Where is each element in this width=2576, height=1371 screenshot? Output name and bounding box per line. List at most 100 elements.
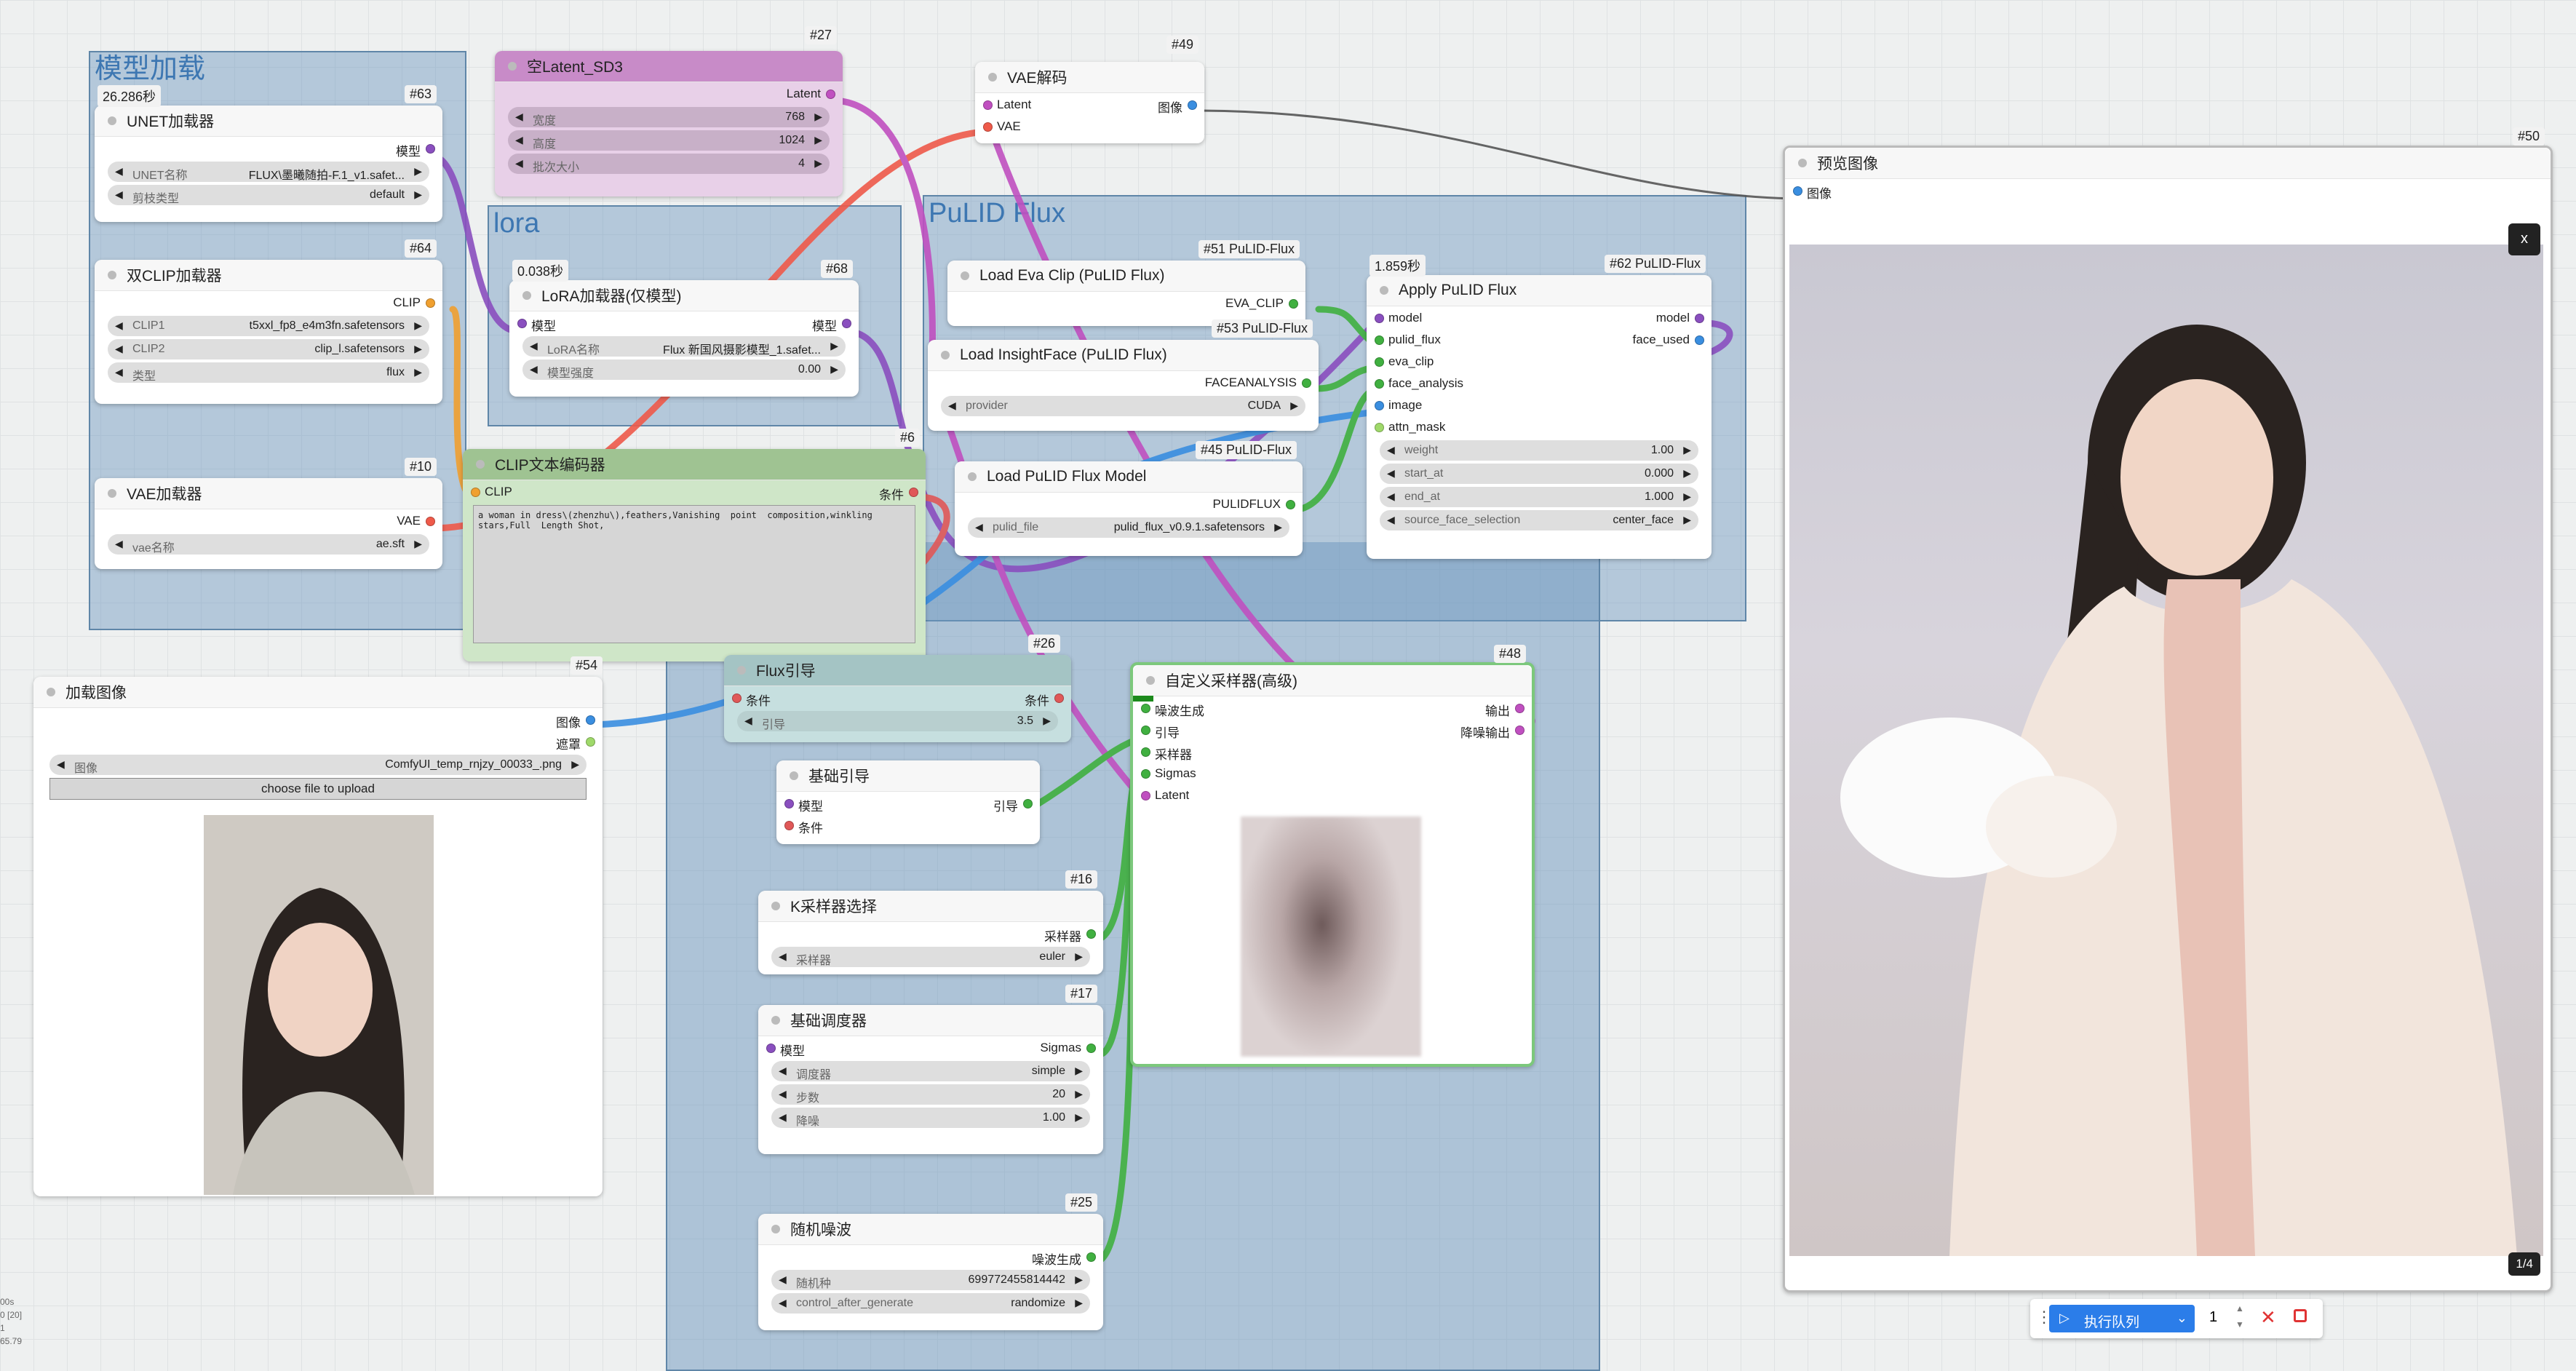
output-socket-denoised[interactable] bbox=[1515, 726, 1524, 735]
input-socket-model[interactable] bbox=[784, 799, 794, 808]
input-socket-face-analysis[interactable] bbox=[1375, 379, 1384, 389]
stepper-up-icon[interactable]: ▲ bbox=[2235, 1303, 2244, 1314]
input-socket-image[interactable] bbox=[1375, 401, 1384, 410]
output-socket-guider[interactable] bbox=[1023, 799, 1033, 808]
input-socket-conditioning[interactable] bbox=[784, 821, 794, 830]
output-socket-conditioning[interactable] bbox=[1054, 694, 1064, 703]
input-socket-clip[interactable] bbox=[471, 488, 480, 497]
node-ksampler-select[interactable]: #16 K采样器选择 采样器 ◀ 采样器 euler ▶ bbox=[758, 870, 1103, 974]
input-socket-image[interactable] bbox=[1793, 186, 1802, 196]
widget-noise-seed[interactable]: ◀ 随机种 699772455814442 ▶ bbox=[771, 1270, 1090, 1290]
collapse-dot[interactable] bbox=[1380, 286, 1388, 295]
input-socket-vae[interactable] bbox=[983, 122, 993, 132]
output-socket-model[interactable] bbox=[1695, 314, 1704, 323]
chevron-down-icon[interactable]: ⌄ bbox=[2177, 1311, 2187, 1326]
collapse-dot[interactable] bbox=[476, 460, 485, 469]
widget-unet-name[interactable]: ◀ UNET名称 FLUX\墨曦随拍-F.1_v1.safet... ▶ bbox=[108, 162, 429, 182]
input-socket-model[interactable] bbox=[517, 319, 527, 328]
widget-strength[interactable]: ◀ 模型强度 0.00 ▶ bbox=[522, 359, 846, 380]
widget-sampler-name[interactable]: ◀ 采样器 euler ▶ bbox=[771, 947, 1090, 967]
collapse-dot[interactable] bbox=[790, 771, 798, 780]
widget-image-file[interactable]: ◀ 图像 ComfyUI_temp_rnjzy_00033_.png ▶ bbox=[49, 755, 587, 775]
input-socket-sigmas[interactable] bbox=[1141, 769, 1150, 779]
widget-weight-dtype[interactable]: ◀ 剪枝类型 default ▶ bbox=[108, 185, 429, 205]
input-socket-guider[interactable] bbox=[1141, 726, 1150, 735]
output-socket-output[interactable] bbox=[1515, 704, 1524, 713]
widget-lora-name[interactable]: ◀ LoRA名称 Flux 新国风摄影模型_1.safet... ▶ bbox=[522, 336, 846, 357]
node-load-eva-clip[interactable]: #51 PuLID-Flux Load Eva Clip (PuLID Flux… bbox=[947, 240, 1305, 326]
queue-count[interactable]: 1 bbox=[2209, 1309, 2217, 1326]
node-sampler-custom-advanced[interactable]: #48 自定义采样器(高级) 噪波生成 输出 引导 降噪输出 采样器 Sigmas … bbox=[1130, 645, 1535, 1067]
output-socket-image[interactable] bbox=[586, 715, 595, 725]
widget-clip1[interactable]: ◀ CLIP1 t5xxl_fp8_e4m3fn.safetensors ▶ bbox=[108, 316, 429, 336]
widget-clip-type[interactable]: ◀ 类型 flux ▶ bbox=[108, 362, 429, 383]
collapse-dot[interactable] bbox=[522, 291, 531, 300]
node-load-image[interactable]: #54 加载图像 图像 遮罩 ◀ 图像 ComfyUI_temp_rnjzy_000… bbox=[33, 656, 603, 1196]
widget-height[interactable]: ◀ 高度 1024 ▶ bbox=[508, 130, 830, 151]
output-socket-face-used[interactable] bbox=[1695, 335, 1704, 345]
widget-control-after-generate[interactable]: ◀ control_after_generate randomize ▶ bbox=[771, 1293, 1090, 1314]
output-socket-clip[interactable] bbox=[426, 298, 435, 308]
node-load-insightface[interactable]: #53 PuLID-Flux Load InsightFace (PuLID F… bbox=[928, 319, 1319, 431]
output-socket-model[interactable] bbox=[842, 319, 851, 328]
widget-end-at[interactable]: ◀ end_at 1.000 ▶ bbox=[1380, 487, 1698, 507]
output-socket-sigmas[interactable] bbox=[1086, 1044, 1096, 1053]
widget-guidance[interactable]: ◀ 引导 3.5 ▶ bbox=[737, 711, 1058, 731]
collapse-dot[interactable] bbox=[968, 472, 977, 481]
node-flux-guidance[interactable]: #26 Flux引导 条件 条件 ◀ 引导 3.5 ▶ bbox=[724, 635, 1071, 742]
input-socket-model[interactable] bbox=[1375, 314, 1384, 323]
collapse-dot[interactable] bbox=[737, 666, 746, 675]
node-vae-decode[interactable]: #49 VAE解码 Latent 图像 VAE bbox=[975, 36, 1204, 143]
node-unet-loader[interactable]: 26.286秒 #63 UNET加载器 模型 ◀ UNET名称 FLUX\墨曦随拍-… bbox=[95, 85, 442, 222]
collapse-dot[interactable] bbox=[988, 73, 997, 82]
cancel-icon[interactable]: ✕ bbox=[2260, 1306, 2276, 1329]
output-socket-eva-clip[interactable] bbox=[1289, 299, 1298, 309]
widget-provider[interactable]: ◀ provider CUDA ▶ bbox=[941, 396, 1305, 416]
node-empty-latent[interactable]: #27 空Latent_SD3 Latent ◀ 宽度 768 ▶ ◀ 高度 1024 ▶ … bbox=[495, 26, 843, 196]
widget-face-selection[interactable]: ◀ source_face_selection center_face ▶ bbox=[1380, 510, 1698, 530]
widget-vae-name[interactable]: ◀ vae名称 ae.sft ▶ bbox=[108, 534, 429, 555]
input-socket-sampler[interactable] bbox=[1141, 747, 1150, 757]
node-apply-pulid-flux[interactable]: 1.859秒 #62 PuLID-Flux Apply PuLID Flux m… bbox=[1367, 255, 1712, 559]
collapse-dot[interactable] bbox=[961, 271, 969, 280]
node-random-noise[interactable]: #25 随机噪波 噪波生成 ◀ 随机种 699772455814442 ▶ ◀ cont… bbox=[758, 1193, 1103, 1330]
output-socket-image[interactable] bbox=[1188, 100, 1197, 110]
input-socket-attn-mask[interactable] bbox=[1375, 423, 1384, 432]
run-queue-button[interactable]: ▷ 执行队列 ⌄ bbox=[2049, 1305, 2195, 1332]
widget-clip2[interactable]: ◀ CLIP2 clip_l.safetensors ▶ bbox=[108, 339, 429, 359]
widget-batch-size[interactable]: ◀ 批次大小 4 ▶ bbox=[508, 154, 830, 174]
node-clip-text-encode[interactable]: #6 CLIP文本编码器 CLIP 条件 a woman in dress\(zh… bbox=[463, 429, 926, 661]
widget-weight[interactable]: ◀ weight 1.00 ▶ bbox=[1380, 440, 1698, 461]
input-socket-latent[interactable] bbox=[1141, 791, 1150, 800]
stop-icon[interactable] bbox=[2294, 1309, 2307, 1322]
collapse-dot[interactable] bbox=[47, 688, 55, 696]
close-preview-button[interactable]: x bbox=[2508, 223, 2540, 255]
output-socket-mask[interactable] bbox=[586, 737, 595, 747]
widget-steps[interactable]: ◀ 步数 20 ▶ bbox=[771, 1084, 1090, 1105]
node-dual-clip-loader[interactable]: #64 双CLIP加载器 CLIP ◀ CLIP1 t5xxl_fp8_e4m3fn… bbox=[95, 239, 442, 404]
collapse-dot[interactable] bbox=[108, 489, 116, 498]
input-socket-eva-clip[interactable] bbox=[1375, 357, 1384, 367]
collapse-dot[interactable] bbox=[508, 62, 517, 71]
output-socket-faceanalysis[interactable] bbox=[1302, 378, 1311, 388]
widget-pulid-file[interactable]: ◀ pulid_file pulid_flux_v0.9.1.safetensors… bbox=[968, 517, 1289, 538]
widget-scheduler[interactable]: ◀ 调度器 simple ▶ bbox=[771, 1061, 1090, 1081]
node-vae-loader[interactable]: #10 VAE加载器 VAE ◀ vae名称 ae.sft ▶ bbox=[95, 458, 442, 569]
collapse-dot[interactable] bbox=[771, 902, 780, 910]
input-socket-conditioning[interactable] bbox=[732, 694, 742, 703]
collapse-dot[interactable] bbox=[108, 271, 116, 279]
widget-start-at[interactable]: ◀ start_at 0.000 ▶ bbox=[1380, 464, 1698, 484]
collapse-dot[interactable] bbox=[1798, 159, 1807, 167]
input-socket-noise[interactable] bbox=[1141, 704, 1150, 713]
collapse-dot[interactable] bbox=[771, 1016, 780, 1025]
output-socket-vae[interactable] bbox=[426, 517, 435, 526]
prompt-textarea[interactable]: a woman in dress\(zhenzhu\),feathers,Van… bbox=[473, 505, 915, 643]
node-load-pulid-model[interactable]: #45 PuLID-Flux Load PuLID Flux Model PUL… bbox=[955, 441, 1303, 556]
node-basic-scheduler[interactable]: #17 基础调度器 模型 Sigmas ◀ 调度器 simple ▶ ◀ 步数 20 ▶ ◀ 降… bbox=[758, 985, 1103, 1154]
node-preview-image[interactable]: #50 预览图像 图像 x 1/4 bbox=[1783, 127, 2553, 1292]
upload-button[interactable]: choose file to upload bbox=[49, 778, 587, 800]
output-socket-pulidflux[interactable] bbox=[1286, 500, 1295, 509]
output-socket-sampler[interactable] bbox=[1086, 929, 1096, 939]
collapse-dot[interactable] bbox=[108, 116, 116, 125]
output-socket-noise[interactable] bbox=[1086, 1252, 1096, 1262]
